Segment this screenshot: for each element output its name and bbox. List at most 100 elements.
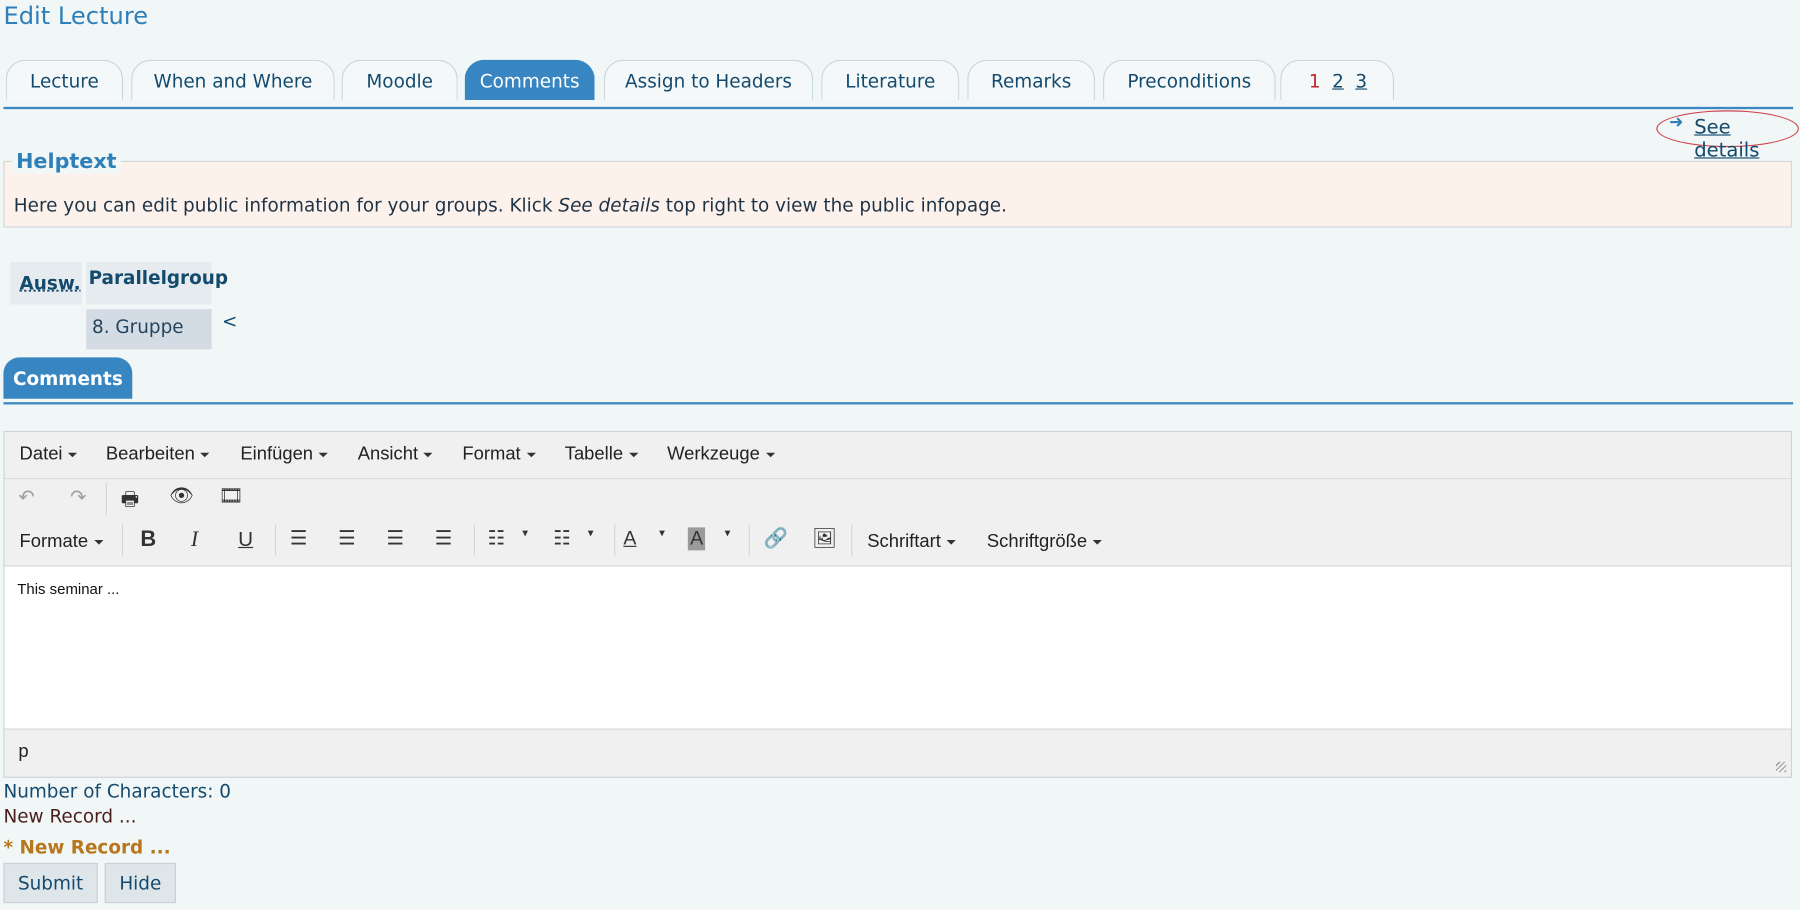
page-title: Edit Lecture	[3, 2, 149, 30]
menu-werkzeuge[interactable]: Werkzeuge	[667, 445, 775, 466]
menu-format-label: Format	[462, 444, 521, 465]
editor-menubar: Datei Bearbeiten Einfügen Ansicht Format…	[4, 432, 1791, 480]
tab-when-and-where[interactable]: When and Where	[131, 59, 335, 100]
menu-datei-label: Datei	[19, 444, 63, 465]
formats-label: Formate	[19, 531, 89, 552]
tab-moodle[interactable]: Moodle	[341, 59, 458, 100]
editor-element-path: p	[18, 742, 29, 762]
resize-handle-icon[interactable]	[1775, 761, 1787, 773]
column-header-parallelgroup-label: Parallelgroup	[88, 266, 229, 289]
helptext-before: Here you can edit public information for…	[13, 194, 559, 217]
toolbar-separator	[105, 482, 107, 515]
font-family-dropdown[interactable]: Schriftart	[867, 532, 956, 553]
caret-down-icon	[526, 452, 536, 458]
image-icon[interactable]: 🖼	[812, 527, 837, 550]
tab-lecture[interactable]: Lecture	[5, 59, 124, 100]
underline-icon[interactable]: U	[238, 527, 253, 551]
font-size-label: Schriftgröße	[986, 531, 1088, 552]
numbered-list-caret-icon[interactable]: ▾	[588, 527, 594, 540]
toolbar-separator	[614, 523, 616, 557]
menu-tabelle-label: Tabelle	[564, 444, 624, 465]
tab-divider	[3, 106, 1794, 110]
editor-content-text: This seminar ...	[17, 580, 120, 598]
tab-assign-to-headers[interactable]: Assign to Headers	[603, 59, 814, 100]
rich-text-editor: Datei Bearbeiten Einfügen Ansicht Format…	[3, 430, 1793, 778]
caret-down-icon	[765, 452, 775, 458]
redo-icon[interactable]: ↷	[70, 486, 86, 509]
group-name: 8. Gruppe	[92, 315, 184, 338]
menu-ansicht-label: Ansicht	[357, 444, 419, 465]
align-justify-icon[interactable]: ☰	[435, 527, 453, 550]
toolbar-separator	[748, 523, 750, 557]
caret-down-icon	[200, 452, 210, 458]
helptext-legend: Helptext	[11, 149, 122, 174]
print-icon[interactable]: 🖶	[121, 485, 139, 518]
new-record-required-label: * New Record ...	[3, 836, 171, 859]
toolbar-separator	[121, 523, 124, 557]
numbered-list-icon[interactable]: ☷	[553, 527, 571, 550]
formats-dropdown[interactable]: Formate	[19, 531, 104, 553]
text-color-icon[interactable]: A	[623, 527, 636, 550]
media-icon[interactable]: 🎞	[219, 485, 244, 508]
page-link-2[interactable]: 2	[1332, 70, 1344, 92]
page-link-1[interactable]: 1	[1309, 70, 1321, 92]
font-size-dropdown[interactable]: Schriftgröße	[986, 531, 1103, 553]
column-header-parallelgroup: Parallelgroup	[86, 261, 228, 305]
menu-werkzeuge-label: Werkzeuge	[667, 444, 760, 465]
helptext-after: top right to view the public infopage.	[659, 194, 1007, 217]
font-family-label: Schriftart	[867, 531, 941, 552]
see-details-label[interactable]: See details	[1694, 116, 1799, 162]
caret-down-icon	[423, 452, 434, 458]
menu-format[interactable]: Format	[462, 444, 536, 466]
character-count: Number of Characters: 0	[3, 780, 232, 803]
link-icon[interactable]: 🔗	[764, 527, 788, 550]
preview-eye-icon[interactable]: 👁	[169, 485, 194, 508]
toolbar-separator	[851, 523, 853, 557]
italic-icon[interactable]: I	[191, 527, 198, 552]
menu-bearbeiten[interactable]: Bearbeiten	[106, 445, 210, 466]
tab-literature[interactable]: Literature	[821, 59, 960, 100]
caret-down-icon	[628, 452, 639, 458]
align-center-icon[interactable]: ☰	[338, 527, 356, 550]
helptext-emph: See details	[558, 194, 660, 217]
bullet-list-caret-icon[interactable]: ▾	[522, 527, 528, 540]
align-right-icon[interactable]: ☰	[386, 527, 404, 550]
toolbar-separator	[473, 523, 476, 557]
text-color-caret-icon[interactable]: ▾	[659, 527, 665, 540]
undo-icon[interactable]: ↶	[18, 486, 34, 509]
column-header-select-label: Ausw.	[19, 272, 81, 295]
tab-preconditions[interactable]: Preconditions	[1103, 59, 1276, 100]
bullet-list-icon[interactable]: ☷	[488, 527, 506, 550]
new-record-label: New Record ...	[3, 805, 137, 828]
arrow-right-icon: ➜	[1668, 111, 1684, 133]
tab-comments[interactable]: Comments	[464, 59, 595, 100]
caret-down-icon	[946, 539, 956, 545]
tab-pager: 1 2 3	[1280, 59, 1395, 100]
toolbar-separator	[274, 523, 277, 557]
menu-einfuegen-label: Einfügen	[240, 444, 314, 465]
caret-down-icon	[93, 539, 104, 545]
comments-divider	[3, 402, 1794, 405]
column-header-select: Ausw.	[10, 261, 82, 305]
editor-content-area[interactable]: This seminar ...	[4, 565, 1791, 730]
bold-icon[interactable]: B	[140, 527, 156, 552]
align-left-icon[interactable]: ☰	[290, 527, 308, 550]
hide-button[interactable]: Hide	[104, 862, 176, 904]
background-color-caret-icon[interactable]: ▾	[725, 527, 731, 540]
page-link-3[interactable]: 3	[1355, 70, 1367, 92]
menu-tabelle[interactable]: Tabelle	[564, 444, 639, 466]
comments-section-tab[interactable]: Comments	[3, 357, 133, 399]
submit-button[interactable]: Submit	[3, 862, 98, 904]
menu-ansicht[interactable]: Ansicht	[357, 444, 434, 466]
menu-bearbeiten-label: Bearbeiten	[105, 444, 195, 465]
caret-down-icon	[318, 452, 329, 458]
caret-down-icon	[1092, 539, 1103, 545]
background-color-icon[interactable]: A	[687, 527, 706, 551]
selected-indicator: <	[221, 310, 238, 333]
caret-down-icon	[68, 452, 78, 458]
tab-remarks[interactable]: Remarks	[967, 59, 1095, 100]
menu-datei[interactable]: Datei	[20, 445, 78, 466]
see-details-link[interactable]: ➜ See details	[1656, 110, 1799, 162]
menu-einfuegen[interactable]: Einfügen	[240, 444, 329, 466]
group-row-cell[interactable]: 8. Gruppe	[86, 309, 212, 350]
